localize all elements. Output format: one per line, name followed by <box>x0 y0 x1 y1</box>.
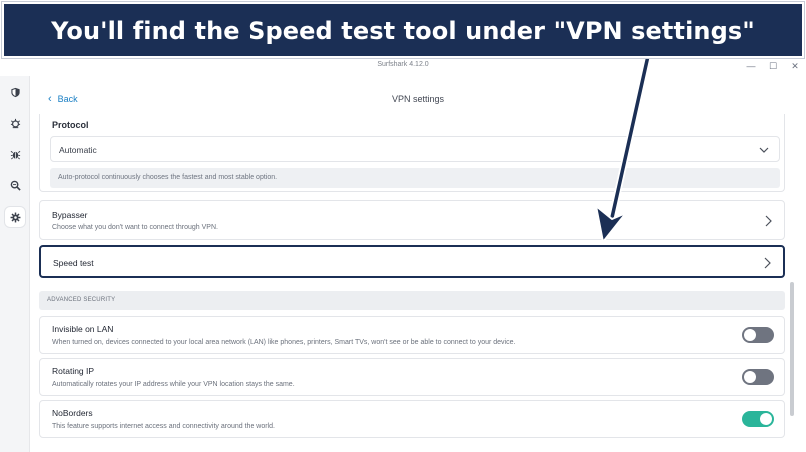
advanced-security-heading: ADVANCED SECURITY <box>39 291 785 310</box>
sidebar-item-settings[interactable] <box>5 207 25 227</box>
setting-title: Rotating IP <box>52 366 95 376</box>
sidebar <box>0 76 30 452</box>
setting-title: Invisible on LAN <box>52 324 114 334</box>
bypasser-title: Bypasser <box>52 210 88 220</box>
rotating-ip-row: Rotating IP Automatically rotates your I… <box>39 358 785 396</box>
window-titlebar: Surfshark 4.12.0 — ☐ ✕ <box>0 58 806 76</box>
chevron-down-icon <box>759 147 769 153</box>
speed-test-row[interactable]: Speed test <box>39 245 785 278</box>
close-button[interactable]: ✕ <box>790 60 800 72</box>
antivirus-icon <box>10 150 20 159</box>
gear-icon <box>10 212 20 222</box>
settings-panel: ‹ Back VPN settings Protocol Automatic A… <box>30 76 806 452</box>
noborders-toggle[interactable] <box>742 411 774 427</box>
alert-bug-icon <box>10 118 20 128</box>
toggle-knob <box>744 371 756 383</box>
protocol-card: Protocol Automatic Auto-protocol continu… <box>39 114 785 192</box>
rotating-ip-toggle[interactable] <box>742 369 774 385</box>
toggle-knob <box>744 329 756 341</box>
header: ‹ Back VPN settings <box>30 76 806 116</box>
setting-description: When turned on, devices connected to you… <box>52 339 516 346</box>
invisible-on-lan-toggle[interactable] <box>742 327 774 343</box>
invisible-on-lan-row: Invisible on LAN When turned on, devices… <box>39 316 785 354</box>
bypasser-row[interactable]: Bypasser Choose what you don't want to c… <box>39 200 785 240</box>
sidebar-item-vpn[interactable] <box>5 82 25 102</box>
caption-banner: You'll find the Speed test tool under "V… <box>2 2 804 58</box>
page-title: VPN settings <box>391 94 445 104</box>
toggle-knob <box>760 413 772 425</box>
window-controls: — ☐ ✕ <box>746 60 800 72</box>
protocol-label: Protocol <box>52 120 89 130</box>
maximize-button[interactable]: ☐ <box>768 60 778 72</box>
bypasser-description: Choose what you don't want to connect th… <box>52 224 218 231</box>
window-title: Surfshark 4.12.0 <box>377 61 429 68</box>
setting-description: Automatically rotates your IP address wh… <box>52 381 295 388</box>
chevron-right-icon <box>765 215 772 227</box>
speed-test-title: Speed test <box>53 258 94 268</box>
caption-text: You'll find the Speed test tool under "V… <box>51 17 755 45</box>
scrollbar[interactable] <box>790 282 794 416</box>
protocol-value: Automatic <box>59 145 97 155</box>
settings-list: Protocol Automatic Auto-protocol continu… <box>35 114 789 452</box>
screenshot: Surfshark 4.12.0 — ☐ ✕ ‹ Back VPN settin… <box>0 0 806 452</box>
search-zoom-icon <box>10 180 21 191</box>
setting-title: NoBorders <box>52 408 93 418</box>
shield-icon <box>10 87 20 97</box>
sidebar-item-alert[interactable] <box>5 113 25 133</box>
section-heading-text: ADVANCED SECURITY <box>47 297 116 303</box>
minimize-button[interactable]: — <box>746 60 756 72</box>
protocol-dropdown[interactable]: Automatic <box>50 136 780 162</box>
setting-description: This feature supports internet access an… <box>52 423 275 430</box>
protocol-help-text: Auto-protocol continuously chooses the f… <box>58 174 278 181</box>
protocol-help: Auto-protocol continuously chooses the f… <box>50 168 780 188</box>
sidebar-item-antivirus[interactable] <box>5 144 25 164</box>
chevron-right-icon <box>764 257 771 269</box>
sidebar-item-search[interactable] <box>5 175 25 195</box>
noborders-row: NoBorders This feature supports internet… <box>39 400 785 438</box>
